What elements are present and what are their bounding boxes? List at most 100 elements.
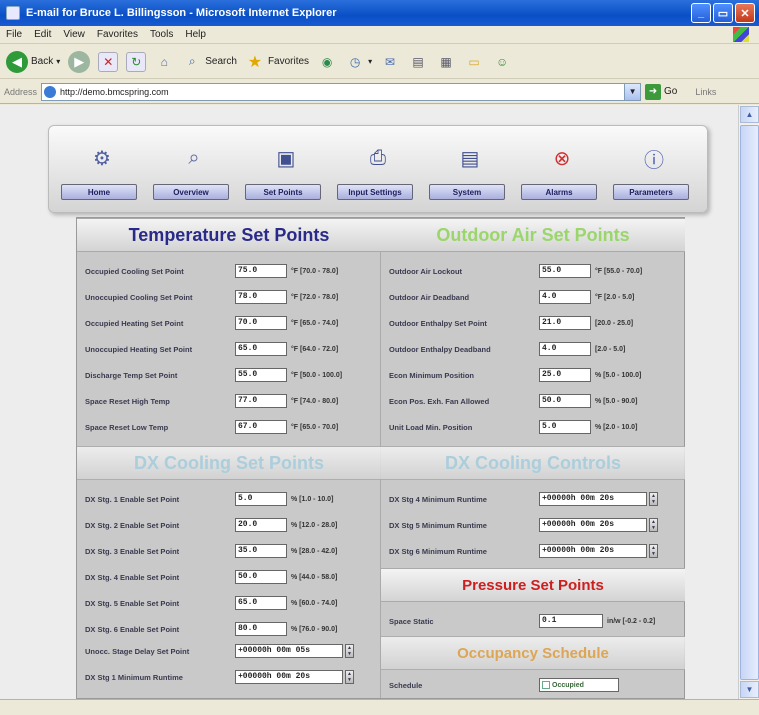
menu-file[interactable]: File xyxy=(6,29,22,40)
setpoint-input[interactable]: 4.0 xyxy=(539,342,591,356)
scroll-up-icon[interactable]: ▲ xyxy=(740,106,759,123)
nav-parameters[interactable]: ⓘ Parameters xyxy=(613,136,693,208)
setpoint-input[interactable]: 50.0 xyxy=(539,394,591,408)
forward-button[interactable]: ▶ xyxy=(68,50,91,73)
setpoint-label: Space Reset High Temp xyxy=(85,396,170,406)
nav-setpoints-button[interactable]: Set Points xyxy=(245,184,321,200)
nav-setpoints[interactable]: ▣ Set Points xyxy=(245,136,325,208)
address-input[interactable]: http://demo.bmcspring.com ▼ xyxy=(41,82,642,101)
timer-label: DX Stg 4 Minimum Runtime xyxy=(389,494,487,504)
nav-parameters-button[interactable]: Parameters xyxy=(613,184,689,200)
timer-row: DX Stg 5 Minimum Runtime +00000h 00m 20s… xyxy=(381,512,685,538)
nav-alarms[interactable]: ⊗ Alarms xyxy=(521,136,601,208)
nav-input-settings-button[interactable]: Input Settings xyxy=(337,184,413,200)
menu-help[interactable]: Help xyxy=(185,29,206,40)
media-button[interactable]: ◉ xyxy=(317,52,337,72)
setpoint-input[interactable]: 80.0 xyxy=(235,622,287,636)
schedule-select[interactable]: Occupied xyxy=(539,678,619,692)
go-button[interactable]: ➜ Go xyxy=(645,83,677,100)
refresh-button[interactable]: ↻ xyxy=(126,51,147,72)
browser-toolbar: ◀ Back ▾ ▶ ✕ ↻ ⌂ ⌕ Search ★ Favorites ◉ … xyxy=(0,45,759,79)
nav-system[interactable]: ▤ System xyxy=(429,136,509,208)
gear-icon: ⚙ xyxy=(93,147,111,170)
search-button[interactable]: ⌕ Search xyxy=(182,52,237,72)
history-button[interactable]: ◷ ▾ xyxy=(345,52,372,72)
page-icon xyxy=(44,85,57,98)
go-arrow-icon: ➜ xyxy=(645,83,662,100)
nav-input-settings[interactable]: ⎙ Input Settings xyxy=(337,136,417,208)
setpoint-input[interactable]: 65.0 xyxy=(235,342,287,356)
setpoint-input[interactable]: 21.0 xyxy=(539,316,591,330)
setpoint-input[interactable]: 55.0 xyxy=(235,368,287,382)
setpoint-input[interactable]: 75.0 xyxy=(235,264,287,278)
spinner-icon[interactable]: ▲ ▼ xyxy=(649,492,658,506)
favorites-button[interactable]: ★ Favorites xyxy=(245,52,309,72)
messenger-button[interactable]: ☺ xyxy=(492,52,512,72)
timer-label: DX Stg 6 Minimum Runtime xyxy=(389,546,487,556)
setpoint-input[interactable]: 65.0 xyxy=(235,596,287,610)
spinner-icon[interactable]: ▲ ▼ xyxy=(649,518,658,532)
setpoint-range: °F [65.0 - 74.0] xyxy=(291,319,339,327)
nav-home[interactable]: ⚙ Home xyxy=(61,136,141,208)
menu-view[interactable]: View xyxy=(63,29,85,40)
setpoint-input[interactable]: 35.0 xyxy=(235,544,287,558)
input-settings-icon: ⎙ xyxy=(370,146,386,169)
edit-button[interactable]: ▦ xyxy=(436,52,456,72)
scroll-thumb[interactable] xyxy=(740,125,759,680)
nav-overview[interactable]: ⌕ Overview xyxy=(153,136,233,208)
timer-input[interactable]: +00000h 00m 20s xyxy=(539,544,647,558)
scroll-down-icon[interactable]: ▼ xyxy=(740,681,759,698)
spinner-icon[interactable]: ▲ ▼ xyxy=(649,544,658,558)
mail-button[interactable]: ✉ xyxy=(380,52,400,72)
setpoint-input[interactable]: 67.0 xyxy=(235,420,287,434)
timer-label: DX Stg 5 Minimum Runtime xyxy=(389,520,487,530)
nav-overview-button[interactable]: Overview xyxy=(153,184,229,200)
setpoint-input[interactable]: 5.0 xyxy=(235,492,287,506)
setpoint-label: Occupied Cooling Set Point xyxy=(85,266,184,276)
nav-alarms-button[interactable]: Alarms xyxy=(521,184,597,200)
home-button[interactable]: ⌂ xyxy=(154,52,174,72)
chevron-down-icon[interactable]: ▼ xyxy=(624,83,641,100)
setpoints-icon: ▣ xyxy=(276,147,296,170)
setpoint-input[interactable]: 4.0 xyxy=(539,290,591,304)
setpoint-input[interactable]: 70.0 xyxy=(235,316,287,330)
nav-home-button[interactable]: Home xyxy=(61,184,137,200)
nav-system-button[interactable]: System xyxy=(429,184,505,200)
minimize-button[interactable]: _ xyxy=(691,3,711,23)
setpoint-range: [2.0 - 5.0] xyxy=(595,345,626,353)
timer-input[interactable]: +00000h 00m 05s xyxy=(235,644,343,658)
timer-input[interactable]: +00000h 00m 20s xyxy=(235,670,343,684)
stop-button[interactable]: ✕ xyxy=(98,51,119,72)
timer-input[interactable]: +00000h 00m 20s xyxy=(539,518,647,532)
maximize-button[interactable]: ▭ xyxy=(713,3,733,23)
setpoint-row: DX Stg. 4 Enable Set Point 50.0 % [44.0 … xyxy=(77,564,381,590)
close-button[interactable]: ✕ xyxy=(735,3,755,23)
magnifier-icon: ⌕ xyxy=(188,146,200,169)
print-button[interactable]: ▤ xyxy=(408,52,428,72)
setpoint-input[interactable]: 78.0 xyxy=(235,290,287,304)
back-button[interactable]: ◀ Back ▾ xyxy=(6,50,60,73)
spinner-icon[interactable]: ▲ ▼ xyxy=(345,670,354,684)
setpoint-range: % [44.0 - 58.0] xyxy=(291,573,338,581)
setpoint-label: Outdoor Enthalpy Set Point xyxy=(389,318,487,328)
menu-edit[interactable]: Edit xyxy=(34,29,51,40)
vertical-scrollbar[interactable]: ▲ ▼ xyxy=(738,105,759,699)
setpoint-input[interactable]: 0.1 xyxy=(539,614,603,628)
spinner-icon[interactable]: ▲ ▼ xyxy=(345,644,354,658)
links-label[interactable]: Links xyxy=(695,87,716,97)
windows-logo-icon xyxy=(733,27,749,42)
timer-input[interactable]: +00000h 00m 20s xyxy=(539,492,647,506)
menu-tools[interactable]: Tools xyxy=(150,29,173,40)
setpoint-row: Space Reset Low Temp 67.0 °F [65.0 - 70.… xyxy=(77,414,381,440)
setpoint-input[interactable]: 77.0 xyxy=(235,394,287,408)
setpoint-input[interactable]: 25.0 xyxy=(539,368,591,382)
setpoint-input[interactable]: 50.0 xyxy=(235,570,287,584)
menu-favorites[interactable]: Favorites xyxy=(97,29,138,40)
setpoint-input[interactable]: 5.0 xyxy=(539,420,591,434)
setpoint-label: DX Stg. 5 Enable Set Point xyxy=(85,598,180,608)
setpoint-input[interactable]: 55.0 xyxy=(539,264,591,278)
setpoint-input[interactable]: 20.0 xyxy=(235,518,287,532)
setpoint-row: Econ Minimum Position 25.0 % [5.0 - 100.… xyxy=(381,362,685,388)
folder-button[interactable]: ▭ xyxy=(464,52,484,72)
setpoint-row: Discharge Temp Set Point 55.0 °F [50.0 -… xyxy=(77,362,381,388)
